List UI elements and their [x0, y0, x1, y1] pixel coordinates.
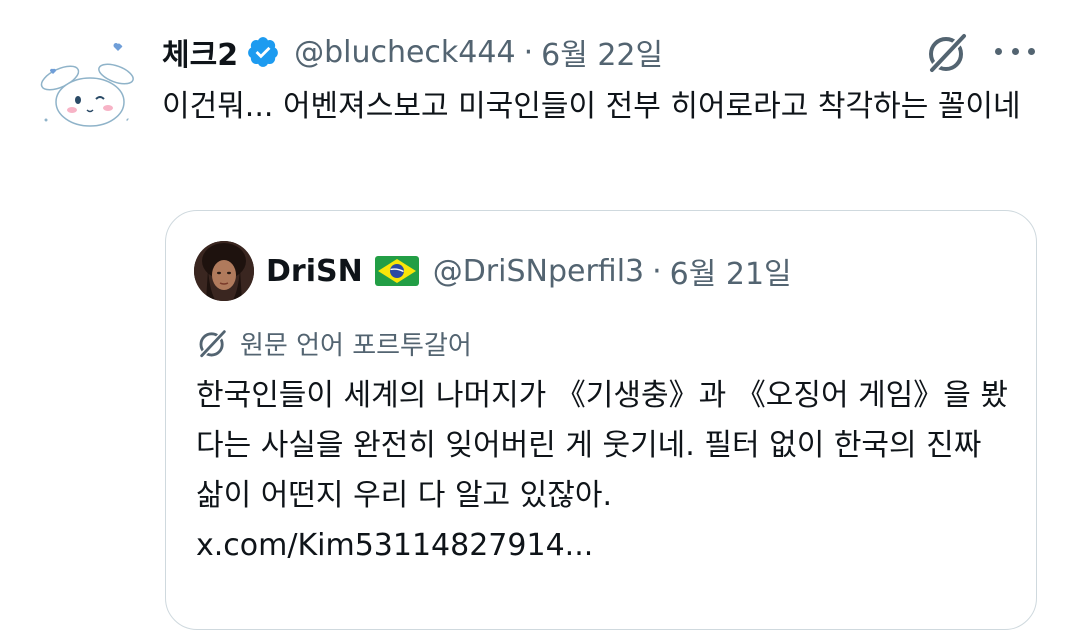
tweet-date[interactable]: 6월 22일 [541, 30, 663, 74]
quoted-tweet-header: DriSN @DriSNperfil3 · 6월 21일 [266, 247, 792, 295]
more-dot [1011, 47, 1019, 55]
quoted-handle[interactable]: @DriSNperfil3 [433, 254, 644, 289]
tweet-text: 이건뭐... 어벤져스보고 미국인들이 전부 히어로라고 착각하는 꼴이네 [162, 89, 1021, 124]
quoted-tweet-text: 한국인들이 세계의 나머지가 《기생충》과 《오징어 게임》을 봤다는 사실을 … [196, 371, 1016, 571]
quoted-tweet-link[interactable]: x.com/Kim53114827914... [196, 521, 1016, 571]
tweet-header: 체크2 @blucheck444 · 6월 22일 [162, 28, 663, 76]
more-options-icon[interactable] [995, 34, 1035, 68]
quoted-separator: · [652, 253, 662, 289]
cinnamoroll-avatar[interactable] [32, 32, 140, 140]
brazil-flag-icon [374, 256, 419, 286]
verified-badge-icon[interactable] [246, 35, 280, 69]
quoted-user-avatar[interactable] [194, 241, 254, 301]
more-dot [1028, 47, 1035, 55]
grok-icon[interactable] [924, 28, 972, 76]
separator: · [523, 34, 534, 70]
handle[interactable]: @blucheck444 [294, 35, 515, 70]
quoted-display-name[interactable]: DriSN [266, 254, 363, 289]
quoted-tweet-body: 한국인들이 세계의 나머지가 《기생충》과 《오징어 게임》을 봤다는 사실을 … [196, 378, 1009, 513]
quoted-tweet-card[interactable]: DriSN @DriSNperfil3 · 6월 21일 원문 언어 포르투갈어… [165, 210, 1037, 630]
grok-translate-icon [199, 329, 227, 358]
translation-notice[interactable]: 원문 언어 포르투갈어 [196, 323, 472, 363]
translation-label: 원문 언어 포르투갈어 [240, 330, 472, 361]
more-dot [995, 47, 1002, 55]
quoted-date[interactable]: 6월 21일 [670, 249, 792, 293]
display-name[interactable]: 체크2 [162, 30, 238, 74]
